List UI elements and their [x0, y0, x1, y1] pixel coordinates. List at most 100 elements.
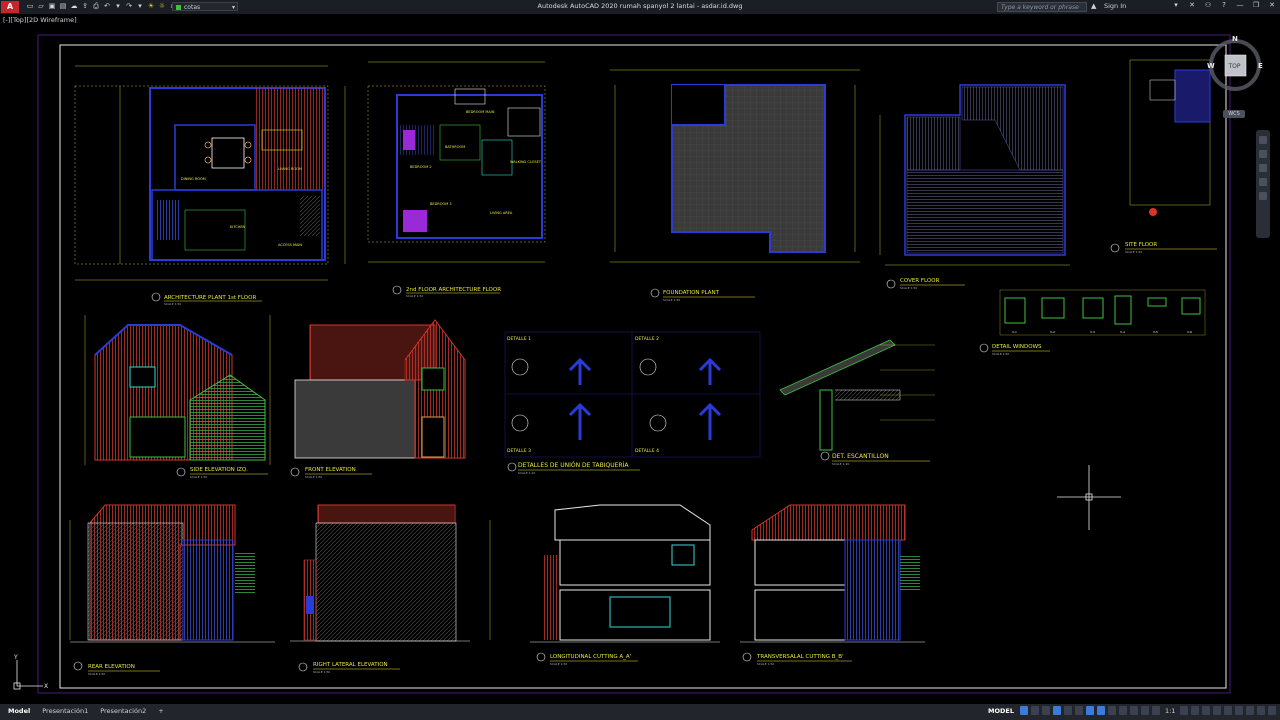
clean-screen-icon[interactable] [1257, 706, 1266, 715]
plan-title-2: 2nd FLOOR ARCHITECTURE FLOOR [406, 287, 501, 293]
autoscale-icon[interactable] [1151, 706, 1160, 715]
viewport-controls-label[interactable]: [-][Top][2D Wireframe] [3, 16, 77, 24]
search-input[interactable]: Type a keyword or phrase [997, 2, 1087, 12]
isodraft-icon[interactable] [1074, 706, 1083, 715]
compass-south[interactable]: S [1232, 91, 1237, 92]
grid-icon[interactable] [1019, 706, 1028, 715]
plan-scale-4: SCALE 1:50 [900, 286, 917, 290]
tab-presentacion2[interactable]: Presentación2 [100, 707, 146, 715]
ucs-icon: Y X [13, 654, 48, 690]
selection-cycling-icon[interactable] [1129, 706, 1138, 715]
showmotion-icon[interactable] [1259, 192, 1267, 200]
tab-presentacion1[interactable]: Presentación1 [42, 707, 88, 715]
detalle-3-label: DETALLE 3 [507, 448, 531, 454]
close-button[interactable]: ✕ [1267, 1, 1277, 9]
elevation-scale-front: SCALE 1:50 [305, 475, 322, 479]
isolate-objects-icon[interactable] [1235, 706, 1244, 715]
plan-scale-1: SCALE 1:50 [164, 302, 181, 306]
escantillon-title: DET. ESCANTILLON [832, 453, 889, 460]
window-tag-3: V-3 [1090, 330, 1095, 334]
infer-constraints-icon[interactable] [1041, 706, 1050, 715]
orbit-icon[interactable] [1259, 178, 1267, 186]
detail-windows-scale: SCALE 1:50 [992, 352, 1009, 356]
sign-in-link[interactable]: Sign In [1104, 2, 1126, 10]
chevron-down-icon: ▾ [231, 4, 235, 11]
quick-properties-icon[interactable] [1213, 706, 1222, 715]
plan-scale-3: SCALE 1:50 [663, 298, 680, 302]
right-lateral-elevation: RIGHT LATERAL ELEVATION SCALE 1:50 [290, 504, 491, 674]
cart-icon[interactable]: ▾ [1171, 1, 1181, 9]
longitudinal-cutting: LONGITUDINAL CUTTING A_A' SCALE 1:50 [530, 504, 720, 666]
user-icon[interactable]: ▲ [1091, 2, 1096, 10]
redo-dropdown-icon[interactable]: ▾ [136, 2, 144, 11]
help-icon[interactable]: ? [1219, 1, 1229, 9]
units-icon[interactable] [1202, 706, 1211, 715]
tab-model[interactable]: Model [8, 707, 30, 715]
elevation-title-side: SIDE ELEVATION IZQ. [190, 467, 248, 473]
save-icon[interactable]: ▣ [48, 2, 56, 11]
detail-windows-title: DETAIL WINDOWS [992, 344, 1042, 350]
room-bedroom3-label: BEDROOM 3 [430, 202, 452, 206]
detalles-scale: SCALE 1:10 [518, 471, 535, 475]
view-cube[interactable]: TOP N S W E [1207, 36, 1263, 92]
compass-east[interactable]: E [1258, 62, 1263, 70]
rear-elevation: REAR ELEVATION SCALE 1:50 [69, 504, 275, 676]
annotation-visibility-icon[interactable] [1140, 706, 1149, 715]
elevation-scale-side: SCALE 1:50 [190, 475, 207, 479]
customization-menu-icon[interactable] [1268, 706, 1277, 715]
compass-north[interactable]: N [1232, 36, 1238, 43]
plan-title-5: SITE FLOOR [1125, 242, 1157, 248]
undo-icon[interactable]: ↶ [103, 2, 111, 11]
model-space-button[interactable]: MODEL [985, 707, 1017, 715]
layer-sun-icon[interactable]: ☼ [158, 2, 166, 11]
connect-icon[interactable]: ⚇ [1203, 1, 1213, 9]
transparency-icon[interactable] [1118, 706, 1127, 715]
elevation-scale-right-lateral: SCALE 1:50 [313, 670, 330, 674]
layer-name: cotas [184, 4, 201, 11]
model-space-canvas[interactable]: DINING ROOM LIVING ROOM KITCHEN ACCESS M… [0, 26, 1280, 704]
cutting-scale-longitudinal: SCALE 1:50 [550, 662, 567, 666]
plan-2nd-floor: BEDROOM MAIN BATHROOM BEDROOM 2 BEDROOM … [367, 61, 546, 298]
lock-ui-icon[interactable] [1224, 706, 1233, 715]
zoom-extents-icon[interactable] [1259, 164, 1267, 172]
minimize-button[interactable]: — [1235, 1, 1245, 9]
annotation-scale[interactable]: 1:1 [1163, 707, 1177, 715]
elevation-title-right-lateral: RIGHT LATERAL ELEVATION [313, 662, 388, 668]
maximize-button[interactable]: ❐ [1251, 1, 1261, 9]
add-layout-button[interactable]: + [158, 707, 163, 715]
snap-mode-icon[interactable] [1030, 706, 1039, 715]
crosshair-cursor [1057, 465, 1121, 530]
redo-icon[interactable]: ↷ [125, 2, 133, 11]
plan-title-4: COVER FLOOR [900, 278, 940, 284]
steering-wheel-icon[interactable] [1259, 136, 1267, 144]
compass-west[interactable]: W [1207, 62, 1215, 70]
polar-tracking-icon[interactable] [1063, 706, 1072, 715]
save-as-icon[interactable]: ▤ [59, 2, 67, 11]
cutting-title-longitudinal: LONGITUDINAL CUTTING A_A' [550, 654, 631, 660]
new-file-icon[interactable]: ▭ [26, 2, 34, 11]
application-menu-button[interactable]: A [1, 1, 19, 13]
annotation-monitor-icon[interactable] [1191, 706, 1200, 715]
exchange-apps-icon[interactable]: ✕ [1187, 1, 1197, 9]
object-snap-tracking-icon[interactable] [1085, 706, 1094, 715]
det-escantillon: DET. ESCANTILLON SCALE 1:20 [779, 339, 935, 466]
workspace-switching-icon[interactable] [1180, 706, 1189, 715]
room-bedroom2-label: BEDROOM 2 [410, 165, 432, 169]
print-icon[interactable]: ⎙ [92, 2, 100, 11]
open-file-icon[interactable]: ▱ [37, 2, 45, 11]
plan-scale-5: SCALE 1:50 [1125, 250, 1142, 254]
wcs-menu[interactable]: WCS [1223, 110, 1245, 118]
cloud-open-icon[interactable]: ☁ [70, 2, 78, 11]
object-snap-icon[interactable] [1096, 706, 1105, 715]
pan-icon[interactable] [1259, 150, 1267, 158]
detalle-4-label: DETALLE 4 [635, 448, 659, 454]
undo-dropdown-icon[interactable]: ▾ [114, 2, 122, 11]
layer-lightbulb-icon[interactable]: ☀ [147, 2, 155, 11]
elevation-title-front: FRONT ELEVATION [305, 467, 356, 473]
hardware-acceleration-icon[interactable] [1246, 706, 1255, 715]
ortho-mode-icon[interactable] [1052, 706, 1061, 715]
layer-dropdown[interactable]: cotas ▾ [172, 2, 238, 11]
room-bathroom-label: BATHROOM [445, 145, 465, 149]
lineweight-icon[interactable] [1107, 706, 1116, 715]
cloud-save-icon[interactable]: ⇪ [81, 2, 89, 11]
